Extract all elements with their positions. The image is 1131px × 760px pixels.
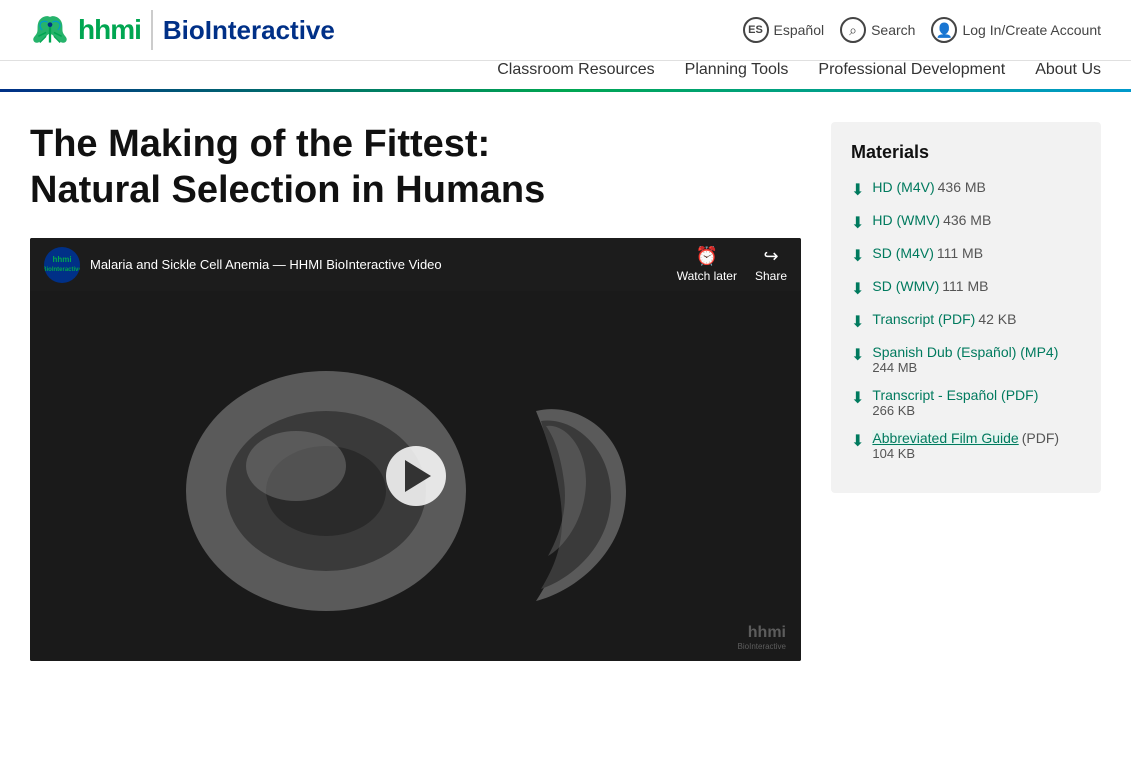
material-line: HD (M4V) 436 MB — [872, 179, 985, 195]
video-title-text: Malaria and Sickle Cell Anemia — HHMI Bi… — [90, 257, 442, 272]
material-label-sd-wmv: SD (WMV) — [872, 278, 939, 294]
download-icon: ⬇ — [851, 388, 864, 408]
clock-icon: ⏰ — [696, 246, 718, 267]
hhmi-logo[interactable]: hhmi — [30, 13, 141, 48]
share-label: Share — [755, 269, 787, 283]
material-label-hd-m4v: HD (M4V) — [872, 179, 934, 195]
material-item-hd-m4v[interactable]: ⬇ HD (M4V) 436 MB — [851, 179, 1081, 200]
material-item-film-guide[interactable]: ⬇ Abbreviated Film Guide (PDF) 104 KB — [851, 430, 1081, 461]
watch-later-label: Watch later — [677, 269, 737, 283]
material-line: Transcript (PDF) 42 KB — [872, 311, 1016, 327]
play-button[interactable] — [386, 446, 446, 506]
material-label-transcript: Transcript (PDF) — [872, 311, 975, 327]
share-icon: ↪ — [763, 246, 778, 267]
top-nav-right: ES Español ⌕ Search 👤 Log In/Create Acco… — [743, 17, 1102, 43]
header-left: hhmi BioInteractive — [30, 10, 335, 50]
hhmi-video-logo: hhmiBioInteractive — [44, 247, 80, 283]
download-icon: ⬇ — [851, 180, 864, 200]
header: hhmi BioInteractive ES Español ⌕ Search … — [0, 0, 1131, 61]
download-icon: ⬇ — [851, 431, 864, 451]
material-line: Abbreviated Film Guide (PDF) — [872, 430, 1059, 446]
video-watermark: hhmi BioInteractive — [738, 624, 786, 651]
material-item-sd-wmv[interactable]: ⬇ SD (WMV) 111 MB — [851, 278, 1081, 299]
video-top-bar: hhmiBioInteractive Malaria and Sickle Ce… — [30, 238, 801, 291]
biointeractive-brand-text: BioInteractive — [163, 15, 335, 46]
video-container: hhmiBioInteractive Malaria and Sickle Ce… — [30, 238, 801, 661]
share-button[interactable]: ↪ Share — [755, 246, 787, 283]
material-size-hd-m4v: 436 MB — [938, 179, 986, 195]
account-label: Log In/Create Account — [962, 22, 1101, 38]
material-label-spanish-dub: Spanish Dub (Español) (MP4) — [872, 344, 1058, 360]
search-button[interactable]: ⌕ Search — [840, 17, 915, 43]
material-item-transcript-pdf[interactable]: ⬇ Transcript (PDF) 42 KB — [851, 311, 1081, 332]
material-item-sd-m4v[interactable]: ⬇ SD (M4V) 111 MB — [851, 245, 1081, 266]
material-line: SD (M4V) 111 MB — [872, 245, 983, 261]
nav-professional-development[interactable]: Professional Development — [818, 61, 1005, 79]
language-circle-icon: ES — [743, 17, 769, 43]
material-line: SD (WMV) 111 MB — [872, 278, 988, 294]
page-content: The Making of the Fittest:Natural Select… — [0, 92, 1131, 691]
download-icon: ⬇ — [851, 345, 864, 365]
play-triangle-icon — [405, 460, 431, 492]
video-thumbnail[interactable]: hhmi BioInteractive — [30, 291, 801, 661]
language-button[interactable]: ES Español — [743, 17, 825, 43]
language-label: Español — [774, 22, 825, 38]
material-label-transcript-espanol: Transcript - Español (PDF) — [872, 387, 1038, 403]
material-item-hd-wmv[interactable]: ⬇ HD (WMV) 436 MB — [851, 212, 1081, 233]
material-multiline: Spanish Dub (Español) (MP4) 244 MB — [872, 344, 1058, 375]
search-icon: ⌕ — [840, 17, 866, 43]
sidebar: Materials ⬇ HD (M4V) 436 MB ⬇ HD (WMV) 4… — [831, 122, 1101, 661]
materials-title: Materials — [851, 142, 1081, 163]
material-size-hd-wmv: 436 MB — [943, 212, 991, 228]
logo-divider — [151, 10, 153, 50]
material-size-sd-wmv: 111 MB — [942, 278, 988, 294]
download-icon: ⬇ — [851, 312, 864, 332]
account-icon: 👤 — [931, 17, 957, 43]
material-line: Spanish Dub (Español) (MP4) — [872, 344, 1058, 360]
material-size-sd-m4v: 111 MB — [937, 245, 983, 261]
main-nav: Classroom Resources Planning Tools Profe… — [0, 61, 1131, 89]
video-title-bar: hhmiBioInteractive Malaria and Sickle Ce… — [44, 247, 442, 283]
hhmi-brand-text: hhmi — [78, 14, 141, 46]
nav-about-us[interactable]: About Us — [1035, 61, 1101, 79]
download-icon: ⬇ — [851, 279, 864, 299]
material-item-transcript-espanol[interactable]: ⬇ Transcript - Español (PDF) 266 KB — [851, 387, 1081, 418]
video-actions: ⏰ Watch later ↪ Share — [677, 246, 787, 283]
nav-classroom-resources[interactable]: Classroom Resources — [497, 61, 654, 79]
material-size-film-guide: 104 KB — [872, 446, 1059, 461]
hhmi-logo-text: hhmiBioInteractive — [44, 256, 80, 274]
nav-planning-tools[interactable]: Planning Tools — [685, 61, 789, 79]
material-size-transcript: 42 KB — [978, 311, 1016, 327]
main-area: The Making of the Fittest:Natural Select… — [30, 122, 801, 661]
account-button[interactable]: 👤 Log In/Create Account — [931, 17, 1101, 43]
download-icon: ⬇ — [851, 246, 864, 266]
search-label: Search — [871, 22, 915, 38]
page-title: The Making of the Fittest:Natural Select… — [30, 122, 801, 213]
material-line: HD (WMV) 436 MB — [872, 212, 991, 228]
material-label-sd-m4v: SD (M4V) — [872, 245, 933, 261]
material-multiline: Abbreviated Film Guide (PDF) 104 KB — [872, 430, 1059, 461]
material-label-hd-wmv: HD (WMV) — [872, 212, 940, 228]
gecko-icon — [30, 13, 70, 48]
material-item-spanish-dub[interactable]: ⬇ Spanish Dub (Español) (MP4) 244 MB — [851, 344, 1081, 375]
material-suffix-film-guide: (PDF) — [1022, 430, 1059, 446]
materials-box: Materials ⬇ HD (M4V) 436 MB ⬇ HD (WMV) 4… — [831, 122, 1101, 493]
material-multiline: Transcript - Español (PDF) 266 KB — [872, 387, 1038, 418]
material-size-transcript-espanol: 266 KB — [872, 403, 1038, 418]
material-size-spanish-dub: 244 MB — [872, 360, 1058, 375]
material-label-film-guide: Abbreviated Film Guide — [872, 430, 1018, 446]
download-icon: ⬇ — [851, 213, 864, 233]
material-line: Transcript - Español (PDF) — [872, 387, 1038, 403]
watch-later-button[interactable]: ⏰ Watch later — [677, 246, 737, 283]
